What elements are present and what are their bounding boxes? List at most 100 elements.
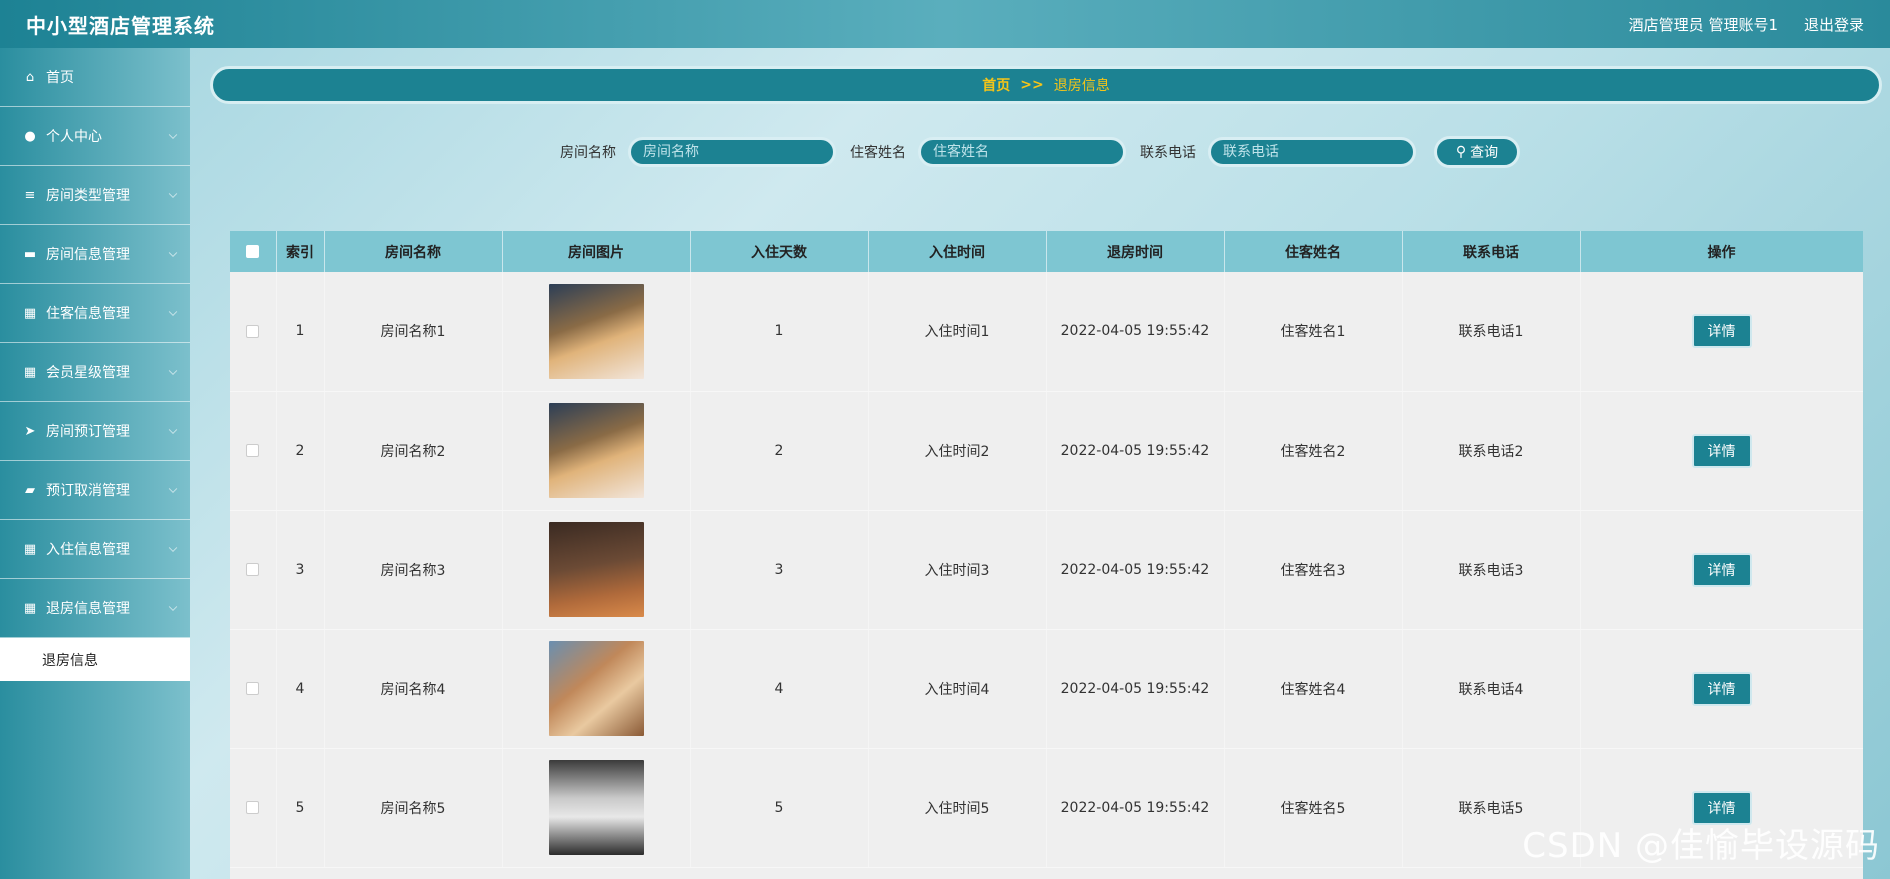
phone-cell: 联系电话3	[1402, 510, 1581, 630]
monitor-icon: ▬	[23, 246, 37, 262]
column-header[interactable]: 退房时间	[1046, 231, 1225, 272]
days-cell: 1	[690, 272, 869, 392]
breadcrumb-home[interactable]: 首页	[982, 75, 1010, 95]
sidebar-item-room-type[interactable]: ≡ 房间类型管理	[0, 166, 190, 225]
detail-button[interactable]: 详情	[1691, 314, 1752, 349]
watermark: CSDN @佳愉毕设源码	[1522, 826, 1880, 866]
sidebar-item-label: 首页	[46, 70, 74, 86]
chevron-down-icon	[168, 366, 178, 376]
room-photo[interactable]	[548, 641, 644, 736]
sidebar-item-booking-cancel[interactable]: ▰ 预订取消管理	[0, 461, 190, 520]
room-name-cell: 房间名称1	[324, 272, 503, 392]
guest-cell: 住客姓名3	[1224, 510, 1403, 630]
chevron-down-icon	[168, 543, 178, 553]
user-icon: ●	[24, 128, 36, 144]
column-header[interactable]: 房间图片	[502, 231, 691, 272]
room-image-cell	[502, 748, 691, 868]
sidebar-item-checkin-info[interactable]: ▦ 入住信息管理	[0, 520, 190, 579]
checkin-cell: 入住时间3	[868, 510, 1047, 630]
breadcrumb-separator: >>	[1020, 77, 1044, 93]
room-name-cell: 房间名称3	[324, 510, 503, 630]
sidebar-item-label: 房间预订管理	[46, 424, 130, 440]
table-row: 1 房间名称1 1 入住时间1 2022-04-05 19:55:42 住客姓名…	[230, 272, 1863, 392]
action-cell: 详情	[1580, 391, 1863, 511]
phone-cell: 联系电话1	[1402, 272, 1581, 392]
breadcrumb: 首页 >> 退房信息	[210, 66, 1882, 104]
phone-label: 联系电话	[1140, 145, 1196, 161]
sidebar-subitem-checkout[interactable]: 退房信息	[0, 638, 190, 681]
column-header[interactable]: 住客姓名	[1224, 231, 1403, 272]
logout-link[interactable]: 退出登录	[1804, 14, 1864, 35]
row-checkbox[interactable]	[246, 801, 260, 814]
sidebar-item-member-level[interactable]: ▦ 会员星级管理	[0, 343, 190, 402]
sidebar-item-room-info[interactable]: ▬ 房间信息管理	[0, 225, 190, 284]
chevron-down-icon	[168, 189, 178, 199]
action-cell: 详情	[1580, 510, 1863, 630]
sidebar-item-label: 房间信息管理	[46, 247, 130, 263]
sidebar-item-room-booking[interactable]: ➤ 房间预订管理	[0, 402, 190, 461]
sidebar-item-label: 房间类型管理	[46, 188, 130, 204]
room-name-input[interactable]	[628, 137, 836, 167]
column-header[interactable]: 入住时间	[868, 231, 1047, 272]
room-image-cell	[502, 629, 691, 749]
detail-button[interactable]: 详情	[1691, 552, 1752, 587]
checkout-cell: 2022-04-05 19:55:42	[1046, 510, 1225, 630]
index-cell: 2	[276, 391, 325, 511]
guest-name-input[interactable]	[918, 137, 1126, 167]
detail-button[interactable]: 详情	[1691, 671, 1752, 706]
days-cell: 3	[690, 510, 869, 630]
checkout-cell: 2022-04-05 19:55:42	[1046, 629, 1225, 749]
search-icon: ⚲	[1455, 144, 1467, 160]
row-checkbox[interactable]	[246, 324, 260, 338]
sidebar-item-personal-center[interactable]: ● 个人中心	[0, 107, 190, 166]
table-row: 2 房间名称2 2 入住时间2 2022-04-05 19:55:42 住客姓名…	[230, 391, 1863, 511]
chevron-down-icon	[168, 602, 178, 612]
query-button[interactable]: ⚲ 查询	[1434, 136, 1520, 168]
room-photo[interactable]	[548, 522, 644, 617]
phone-cell: 联系电话2	[1402, 391, 1581, 511]
checkin-cell: 入住时间1	[868, 272, 1047, 392]
breadcrumb-current: 退房信息	[1053, 78, 1110, 94]
sidebar-item-home[interactable]: ⌂ 首页	[0, 48, 190, 107]
select-all-checkbox[interactable]	[246, 245, 260, 258]
row-select-cell	[230, 748, 277, 868]
top-bar: 中小型酒店管理系统 酒店管理员 管理账号1 退出登录	[0, 0, 1890, 48]
checkout-cell: 2022-04-05 19:55:42	[1046, 748, 1225, 868]
room-name-cell: 房间名称5	[324, 748, 503, 868]
row-checkbox[interactable]	[246, 682, 260, 695]
room-image-cell	[502, 272, 691, 392]
room-name-cell: 房间名称2	[324, 391, 503, 511]
action-cell: 详情	[1580, 629, 1863, 749]
room-image-cell	[502, 510, 691, 630]
sidebar-item-label: 会员星级管理	[46, 365, 130, 381]
column-header: 操作	[1580, 231, 1863, 272]
chevron-down-icon	[168, 484, 178, 494]
sidebar-item-label: 住客信息管理	[46, 306, 130, 322]
guest-cell: 住客姓名2	[1224, 391, 1403, 511]
grid-icon: ▦	[23, 305, 37, 321]
sidebar-item-guest-info[interactable]: ▦ 住客信息管理	[0, 284, 190, 343]
chevron-down-icon	[168, 307, 178, 317]
guest-cell: 住客姓名1	[1224, 272, 1403, 392]
detail-button[interactable]: 详情	[1691, 433, 1752, 468]
row-checkbox[interactable]	[246, 444, 260, 457]
column-header[interactable]: 索引	[276, 231, 325, 272]
phone-input[interactable]	[1208, 137, 1416, 167]
guest-cell: 住客姓名4	[1224, 629, 1403, 749]
sidebar-item-label: 退房信息管理	[46, 601, 130, 617]
sidebar-item-checkout-info[interactable]: ▦ 退房信息管理	[0, 579, 190, 638]
row-checkbox[interactable]	[246, 563, 260, 576]
index-cell: 3	[276, 510, 325, 630]
column-header[interactable]: 联系电话	[1402, 231, 1581, 272]
sidebar-item-label: 个人中心	[46, 129, 102, 145]
column-header[interactable]: 房间名称	[324, 231, 503, 272]
room-photo[interactable]	[548, 760, 644, 855]
row-select-cell	[230, 391, 277, 511]
room-photo[interactable]	[548, 403, 644, 498]
column-header[interactable]: 入住天数	[690, 231, 869, 272]
grid-icon: ▦	[23, 364, 37, 380]
ticket-icon: ▰	[25, 482, 35, 498]
data-table: 索引 房间名称 房间图片 入住天数 入住时间 退房时间 住客姓名 联系电话 操作…	[230, 231, 1863, 879]
room-photo[interactable]	[548, 283, 644, 379]
guest-cell: 住客姓名5	[1224, 748, 1403, 868]
